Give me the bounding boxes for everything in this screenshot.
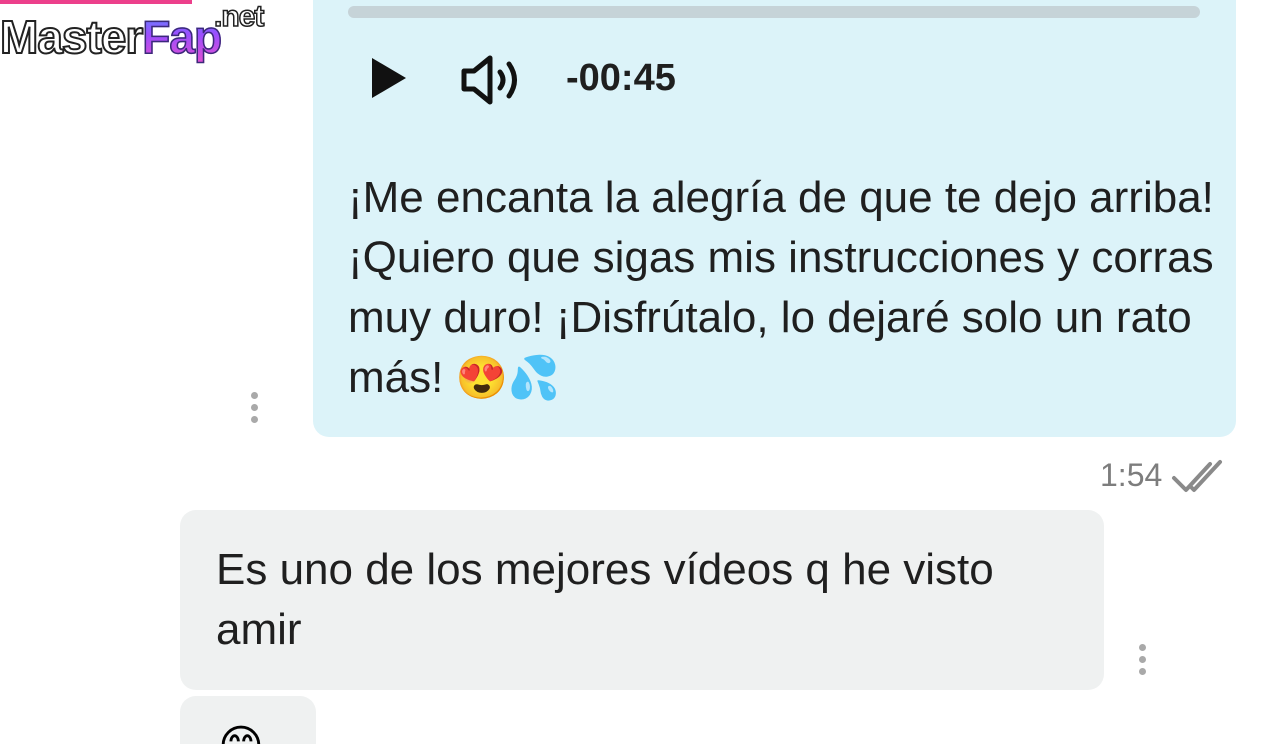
audio-time-remaining: -00:45 [566, 57, 676, 99]
emoji-heart-eyes-droplets: 😍💦 [455, 354, 561, 401]
watermark-accent-bar [0, 0, 192, 4]
watermark-fap-text: Fap [142, 11, 223, 63]
play-icon[interactable] [372, 58, 406, 98]
watermark-master-text: Master [0, 11, 144, 63]
incoming-message-text: Es uno de los mejores vídeos q he visto … [216, 545, 994, 654]
smiling-face-emoji: 😊 [218, 722, 264, 744]
message-timestamp: 1:54 [1100, 457, 1163, 493]
incoming-message-menu-icon[interactable] [1139, 644, 1147, 678]
double-check-icon [1172, 460, 1222, 492]
outgoing-message-menu-icon[interactable] [251, 392, 259, 426]
volume-icon[interactable] [458, 52, 524, 108]
outgoing-message-text: ¡Me encanta la alegría de que te dejo ar… [348, 168, 1218, 408]
watermark-net-text: .net [213, 0, 265, 33]
chat-screen: MasterFap .net -00:45 ¡Me encanta la ale… [0, 0, 1284, 744]
watermark-logo: MasterFap .net [0, 1, 265, 63]
audio-progress-bar[interactable] [348, 6, 1200, 18]
